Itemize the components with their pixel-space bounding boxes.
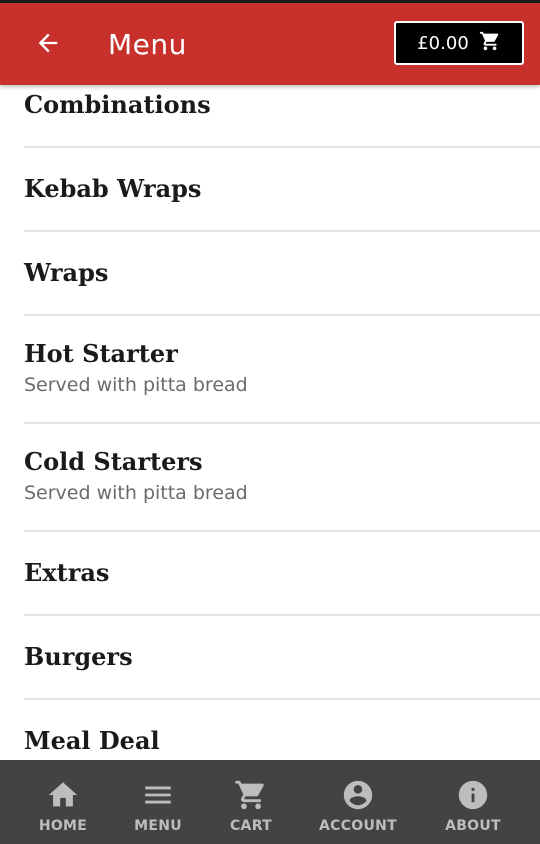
- menu-category-item[interactable]: Cold Starters Served with pitta bread: [24, 424, 540, 532]
- info-icon: [456, 778, 490, 812]
- nav-label: CART: [229, 818, 272, 834]
- category-name: Extras: [24, 558, 110, 587]
- category-name: Meal Deal: [24, 726, 160, 755]
- nav-label: MENU: [134, 818, 182, 834]
- back-button[interactable]: [28, 25, 68, 65]
- shopping-cart-icon: [479, 30, 501, 57]
- hamburger-menu-icon: [141, 778, 175, 812]
- category-name: Combinations: [24, 90, 211, 119]
- menu-category-item[interactable]: Burgers: [24, 616, 540, 700]
- shopping-cart-icon: [234, 778, 268, 812]
- menu-category-list: Combinations Kebab Wraps Wraps Hot Start…: [0, 64, 540, 784]
- cart-total: £0.00: [417, 32, 469, 54]
- nav-menu[interactable]: MENU: [128, 760, 188, 844]
- nav-cart[interactable]: CART: [221, 760, 281, 844]
- arrow-left-icon: [34, 29, 62, 62]
- nav-label: ABOUT: [445, 818, 501, 834]
- category-name: Hot Starter: [24, 339, 178, 368]
- category-name: Wraps: [24, 258, 109, 287]
- cart-button[interactable]: £0.00: [394, 21, 524, 65]
- menu-category-item[interactable]: Extras: [24, 532, 540, 616]
- bottom-navigation: HOME MENU CART ACCOUNT ABOUT: [0, 760, 540, 844]
- nav-about[interactable]: ABOUT: [440, 760, 506, 844]
- category-description: Served with pitta bread: [24, 482, 248, 504]
- category-name: Burgers: [24, 642, 133, 671]
- menu-category-item[interactable]: Hot Starter Served with pitta bread: [24, 316, 540, 424]
- category-description: Served with pitta bread: [24, 374, 248, 396]
- page-title: Menu: [108, 28, 187, 61]
- menu-category-item[interactable]: Kebab Wraps: [24, 148, 540, 232]
- app-header: Menu £0.00: [0, 3, 540, 85]
- account-circle-icon: [341, 778, 375, 812]
- menu-category-item[interactable]: Wraps: [24, 232, 540, 316]
- nav-account[interactable]: ACCOUNT: [313, 760, 403, 844]
- home-icon: [46, 778, 80, 812]
- category-name: Kebab Wraps: [24, 174, 202, 203]
- nav-label: HOME: [38, 818, 88, 834]
- nav-home[interactable]: HOME: [33, 760, 93, 844]
- category-name: Cold Starters: [24, 447, 203, 476]
- nav-label: ACCOUNT: [318, 818, 398, 834]
